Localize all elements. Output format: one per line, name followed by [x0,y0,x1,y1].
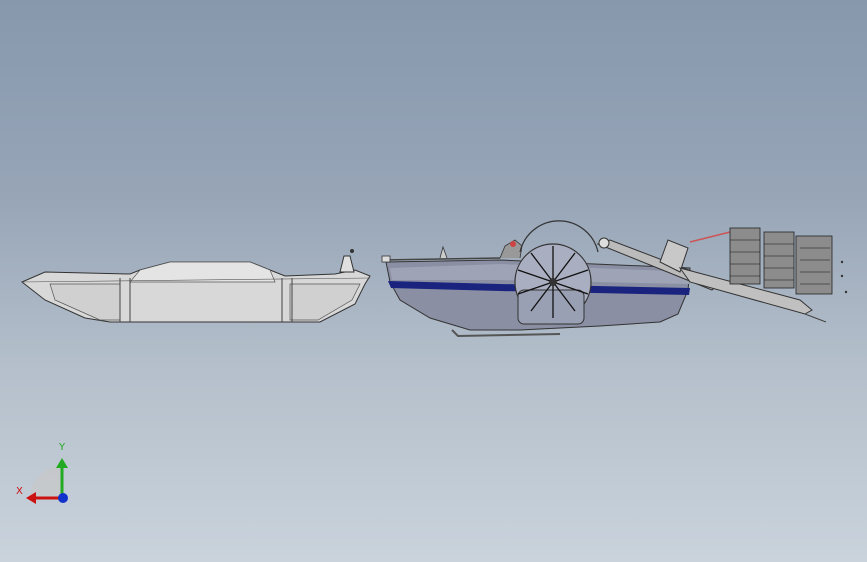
right-boat-model[interactable] [381,220,848,338]
left-hull-model[interactable] [21,249,371,323]
y-axis-label: Y [59,442,66,453]
model-scene[interactable] [0,0,867,562]
coordinate-triad [26,458,68,504]
cad-viewport[interactable]: Y X [0,0,867,562]
z-axis-dot [58,493,68,503]
x-axis-label: X [16,486,23,497]
